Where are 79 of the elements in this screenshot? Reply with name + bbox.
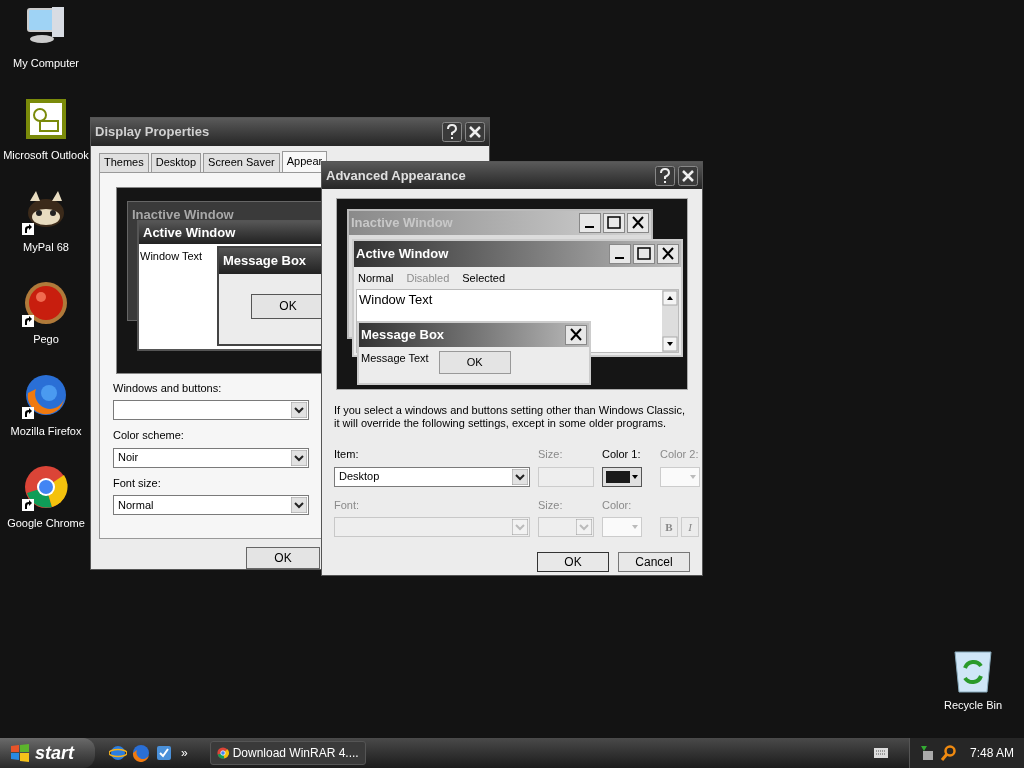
minimize-icon[interactable]	[579, 213, 601, 233]
close-icon[interactable]	[465, 121, 485, 142]
dropdown-arrow-icon[interactable]	[291, 449, 307, 466]
maximize-icon[interactable]	[603, 213, 625, 233]
message-title: Message Box	[361, 326, 445, 345]
window-text: Window Text	[358, 291, 434, 309]
start-button[interactable]: start	[0, 738, 95, 768]
active-title: Active Window	[356, 245, 449, 264]
field-label: Windows and buttons:	[113, 380, 223, 396]
search-icon[interactable]	[939, 745, 956, 761]
field-label: Font:	[334, 497, 361, 513]
circle-logo-icon[interactable]	[22, 463, 70, 511]
field-label: Font size:	[113, 475, 162, 491]
close-icon[interactable]	[678, 165, 698, 186]
inactive-title: Inactive Window	[131, 205, 235, 224]
dropdown[interactable]: Normal	[113, 495, 309, 516]
field-label: Color scheme:	[113, 428, 185, 444]
field-label: Size:	[538, 497, 564, 513]
shortcut-arrow-icon	[22, 223, 34, 235]
field-label: Color:	[602, 497, 633, 513]
shortcut-arrow-icon	[22, 407, 34, 419]
chevron[interactable]: »	[181, 744, 188, 762]
icon-label[interactable]: Microsoft Outlook	[3, 147, 89, 164]
icon-label[interactable]: My Computer	[13, 55, 79, 72]
network-icon[interactable]	[919, 745, 934, 761]
keyboard-icon[interactable]	[873, 748, 888, 758]
caret-icon	[690, 474, 696, 479]
message-title: Message Box	[223, 251, 307, 270]
circle-logo-icon	[216, 745, 229, 761]
taskbar-button[interactable]: Download WinRAR 4....	[209, 741, 366, 765]
note-text: If you select a windows and buttons setting other than Windows Classic, it will override the following settings, except in some older programs.	[334, 404, 686, 430]
help-icon[interactable]	[655, 165, 675, 186]
dropdown[interactable]: Noir	[113, 447, 309, 468]
caret-icon	[632, 525, 638, 529]
clock: 7:48 AM	[969, 745, 1014, 762]
ok-button[interactable]: OK	[246, 547, 320, 569]
icon-label[interactable]: Pego	[33, 331, 59, 348]
shortcut-arrow-icon	[22, 499, 34, 511]
globe-ring-icon[interactable]	[109, 744, 127, 762]
shortcut-arrow-icon	[22, 315, 34, 327]
minimize-icon[interactable]	[609, 244, 631, 264]
tab[interactable]: Desktop	[150, 152, 202, 172]
icon-label[interactable]: MyPal 68	[23, 239, 69, 256]
icon-label[interactable]: Google Chrome	[7, 515, 85, 532]
color-picker[interactable]	[602, 466, 642, 487]
message-text: Message Text	[361, 351, 429, 366]
icon-label[interactable]: Mozilla Firefox	[10, 423, 82, 440]
dropdown[interactable]	[113, 400, 309, 421]
close-icon[interactable]	[657, 244, 679, 264]
window-text: Window Text	[140, 248, 203, 264]
ball-icon[interactable]	[22, 279, 70, 327]
maximize-icon[interactable]	[633, 244, 655, 264]
field-label: Color 1:	[602, 447, 642, 462]
window-title: Display Properties	[95, 123, 210, 141]
help-icon[interactable]	[442, 121, 462, 142]
dropdown-arrow-icon[interactable]	[291, 497, 307, 514]
item-dropdown[interactable]: Desktop	[334, 466, 530, 487]
field-label: Item:	[334, 447, 360, 462]
caret-icon	[632, 474, 638, 479]
menu-item[interactable]: Normal	[358, 269, 394, 287]
tab[interactable]: Appear	[281, 150, 328, 172]
windows-flag-icon	[10, 744, 30, 762]
tab[interactable]: Screen Saver	[203, 152, 280, 172]
ok-button[interactable]: OK	[438, 351, 511, 374]
dropdown-arrow-icon[interactable]	[512, 468, 528, 485]
dropdown-arrow-icon[interactable]	[291, 402, 307, 419]
field-label: Size:	[538, 447, 564, 462]
scrollbar[interactable]	[662, 290, 678, 352]
icon-label[interactable]: Recycle Bin	[944, 697, 1003, 714]
field-label: Color 2:	[660, 447, 700, 462]
menu-item[interactable]: Selected	[462, 269, 506, 287]
window-title: Advanced Appearance	[326, 166, 466, 185]
close-icon[interactable]	[627, 213, 649, 233]
close-icon[interactable]	[565, 325, 587, 345]
active-title: Active Window	[143, 223, 236, 242]
ok-button[interactable]: OK	[537, 552, 609, 572]
cancel-button[interactable]: Cancel	[618, 552, 690, 572]
tab[interactable]: Themes	[99, 152, 149, 172]
check-square-icon[interactable]	[155, 744, 173, 762]
